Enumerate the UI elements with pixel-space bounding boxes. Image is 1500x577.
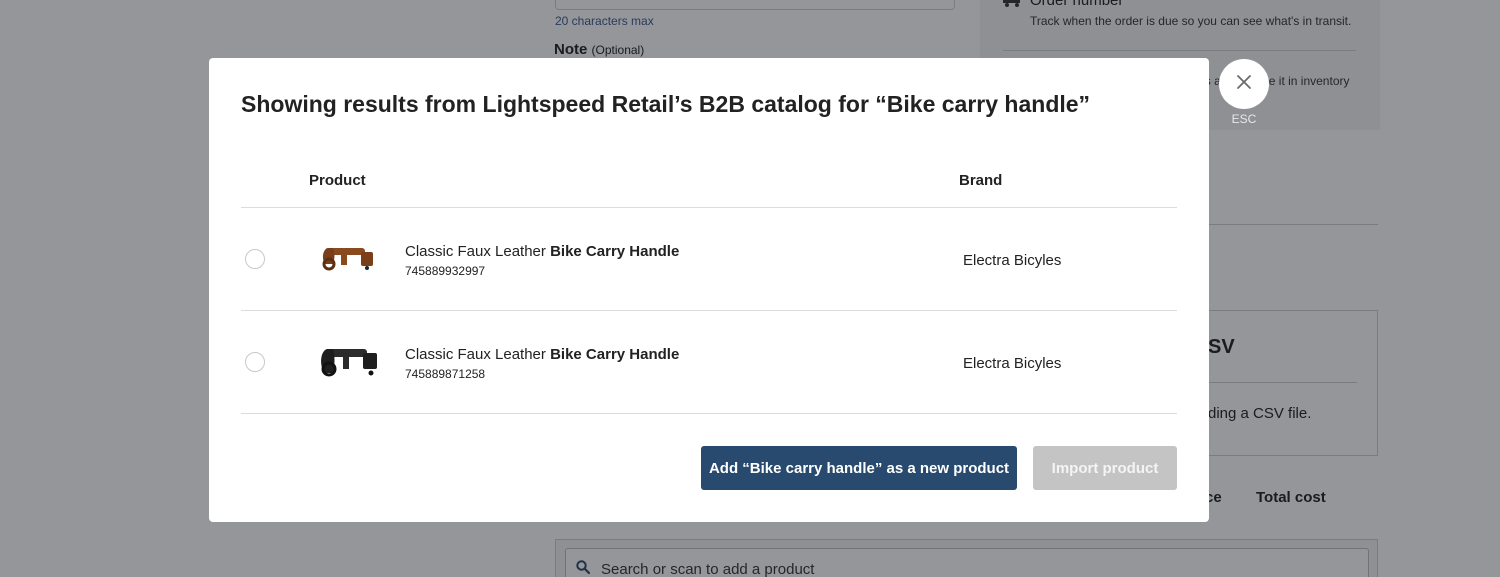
product-name: Classic Faux Leather Bike Carry Handle <box>405 346 679 363</box>
product-name-prefix: Classic Faux Leather <box>405 243 551 260</box>
product-thumbnail <box>315 234 385 284</box>
row-select-radio[interactable] <box>245 352 265 372</box>
import-product-button[interactable]: Import product <box>1033 446 1177 490</box>
product-thumbnail <box>315 337 385 387</box>
column-header-brand: Brand <box>959 172 1003 189</box>
table-row[interactable]: Classic Faux Leather Bike Carry Handle 7… <box>241 208 1177 311</box>
product-name-match: Bike Carry Handle <box>550 243 680 260</box>
product-name: Classic Faux Leather Bike Carry Handle <box>405 243 679 260</box>
product-sku: 745889871258 <box>405 367 486 381</box>
product-name-prefix: Classic Faux Leather <box>405 346 551 363</box>
modal-title: Showing results from Lightspeed Retail’s… <box>241 91 1091 117</box>
add-as-new-product-button[interactable]: Add “Bike carry handle” as a new product <box>701 446 1017 490</box>
product-sku: 745889932997 <box>405 264 486 278</box>
esc-hint: ESC <box>1231 112 1257 126</box>
table-row[interactable]: Classic Faux Leather Bike Carry Handle 7… <box>241 311 1177 414</box>
product-name-match: Bike Carry Handle <box>550 346 680 363</box>
row-select-radio[interactable] <box>245 249 265 269</box>
table-header: Product Brand <box>241 158 1177 208</box>
product-brand: Electra Bicyles <box>963 252 1062 269</box>
column-header-product: Product <box>309 172 366 189</box>
close-button[interactable] <box>1219 59 1269 109</box>
product-brand: Electra Bicyles <box>963 355 1062 372</box>
catalog-results-modal: Showing results from Lightspeed Retail’s… <box>209 58 1209 522</box>
results-table: Product Brand Classic Faux Leather Bike … <box>241 158 1177 414</box>
close-icon <box>1236 74 1252 95</box>
